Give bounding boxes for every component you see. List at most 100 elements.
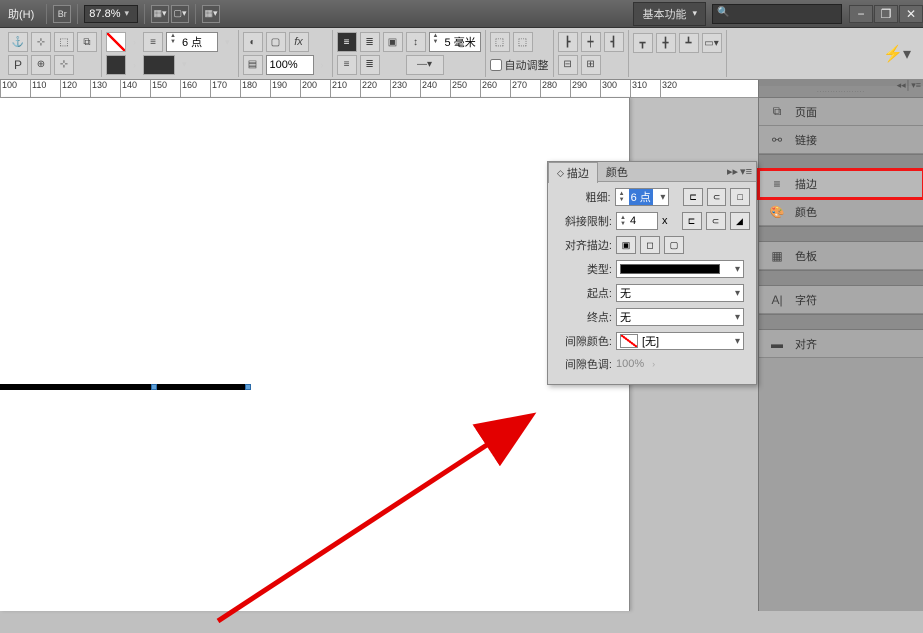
align-stroke-center-icon[interactable]: ▣ — [616, 236, 636, 254]
collapse-dock-icon[interactable]: ◂◂│▾≡ — [897, 80, 921, 91]
chevron-icon[interactable]: › — [129, 60, 140, 70]
offset-field[interactable]: 5 毫米 — [429, 32, 481, 52]
miter-limit-field[interactable]: 4 — [616, 212, 658, 230]
align-icon[interactable]: ┫ — [604, 32, 624, 52]
join-miter-icon[interactable]: ⊏ — [682, 212, 702, 230]
options-bar: ⚓ ⊹ ⬚ ⧉ P ⊕ ⊹ › ≡ 6 点 ▾ › ▾ ◐ ▢ fx — [0, 28, 923, 80]
panel-menu-icon[interactable]: ▾≡ — [740, 165, 752, 178]
panel-links[interactable]: ⚯链接 — [759, 126, 923, 154]
bolt-icon[interactable]: ⚡▾ — [883, 44, 911, 64]
type-label: 类型: — [554, 261, 612, 277]
offset-icon: ↕ — [406, 32, 426, 52]
cap-square-icon[interactable]: □ — [730, 188, 750, 206]
line-style-icon[interactable]: —▾ — [406, 55, 444, 75]
stroke-weight-field[interactable]: 6 点 — [166, 32, 218, 52]
panel-pages[interactable]: ⧉页面 — [759, 98, 923, 126]
stroke-weight-icon: ≡ — [143, 32, 163, 52]
opacity-icon[interactable]: ▤ — [243, 55, 263, 75]
links-icon: ⚯ — [769, 132, 785, 148]
fill-swatch[interactable] — [106, 55, 126, 75]
panel-character[interactable]: A|字符 — [759, 286, 923, 314]
no-fill-icon[interactable] — [106, 32, 126, 52]
bridge-button[interactable]: Br — [53, 5, 71, 23]
align-icon[interactable]: ≣ — [360, 55, 380, 75]
chevron-down-icon[interactable]: ▾ — [221, 37, 234, 48]
text-wrap-icon[interactable]: ⬚ — [54, 32, 74, 52]
gap-color-select[interactable]: [无] — [616, 332, 744, 350]
start-label: 起点: — [554, 285, 612, 301]
annotation-arrow — [210, 313, 540, 633]
align-center-icon[interactable]: ≣ — [360, 32, 380, 52]
anchor-icon[interactable]: ⊹ — [31, 32, 51, 52]
align-bot-icon[interactable]: ┻ — [679, 33, 699, 53]
join-round-icon[interactable]: ⊂ — [706, 212, 726, 230]
chevron-icon: › — [652, 359, 655, 369]
chevron-down-icon[interactable]: ▾ — [178, 59, 191, 70]
separator — [144, 4, 145, 24]
frame-icon[interactable]: ▣ — [383, 32, 403, 52]
align-icon[interactable]: ┣ — [558, 32, 578, 52]
panel-swatches[interactable]: ▦色板 — [759, 242, 923, 270]
wrap-icon[interactable]: ⬚ — [490, 32, 510, 52]
zoom-level[interactable]: 87.8%▾ — [84, 5, 138, 23]
panel-align[interactable]: ▬对齐 — [759, 330, 923, 358]
join-bevel-icon[interactable]: ◢ — [730, 212, 750, 230]
align-stroke-inside-icon[interactable]: ◻ — [640, 236, 660, 254]
tab-color[interactable]: 颜色 — [598, 162, 636, 182]
fx-icon[interactable]: fx — [289, 32, 309, 52]
auto-adjust-checkbox[interactable]: 自动调整 — [490, 57, 549, 73]
separator — [195, 4, 196, 24]
distribute-icon[interactable]: ⊞ — [581, 55, 601, 75]
maximize-button[interactable]: ❐ — [874, 5, 898, 23]
gap-tint-value: 100% — [616, 358, 644, 370]
tab-stroke[interactable]: ◇描边 — [548, 162, 598, 183]
stroke-type-select[interactable] — [616, 260, 744, 278]
stroke-swatch[interactable] — [143, 55, 175, 75]
panel-stroke[interactable]: ≡描边 — [759, 170, 923, 198]
chevron-icon[interactable]: › — [129, 37, 140, 47]
arrange-icon[interactable]: ▦▾ — [202, 5, 220, 23]
type-icon[interactable]: P — [8, 55, 28, 75]
collapse-icon[interactable]: ▸▸ — [727, 165, 738, 178]
minimize-button[interactable]: − — [849, 5, 873, 23]
document-page[interactable] — [0, 98, 630, 611]
distribute-icon[interactable]: ⊟ — [558, 55, 578, 75]
search-input[interactable] — [712, 4, 842, 24]
opacity-field[interactable]: 100% — [266, 55, 314, 75]
align-stroke-outside-icon[interactable]: ▢ — [664, 236, 684, 254]
menu-help[interactable]: 助(H) — [2, 2, 40, 26]
anchor-icon[interactable]: ⚓ — [8, 32, 28, 52]
color-icon: 🎨 — [769, 204, 785, 220]
cap-butt-icon[interactable]: ⊏ — [683, 188, 703, 206]
align-top-icon[interactable]: ┳ — [633, 33, 653, 53]
align-icon[interactable]: ≡ — [337, 55, 357, 75]
selection-handle[interactable] — [151, 384, 157, 390]
panel-color[interactable]: 🎨颜色 — [759, 198, 923, 226]
effect-icon[interactable]: ◐ — [243, 32, 263, 52]
close-button[interactable]: ✕ — [899, 5, 923, 23]
cap-round-icon[interactable]: ⊂ — [707, 188, 727, 206]
align-icon: ▬ — [769, 336, 785, 352]
screen-mode-icon[interactable]: ▢▾ — [171, 5, 189, 23]
end-arrow-select[interactable]: 无 — [616, 308, 744, 326]
view-options-icon[interactable]: ▦▾ — [151, 5, 169, 23]
align-left-icon[interactable]: ≡ — [337, 32, 357, 52]
align-mid-icon[interactable]: ╋ — [656, 33, 676, 53]
gap-color-label: 间隙颜色: — [554, 333, 612, 349]
start-arrow-select[interactable]: 无 — [616, 284, 744, 302]
effect-icon[interactable]: ▢ — [266, 32, 286, 52]
workspace-switcher[interactable]: 基本功能▾ — [633, 2, 706, 26]
stroke-weight-field[interactable]: 6 点 — [615, 188, 670, 206]
miter-label: 斜接限制: — [554, 213, 612, 229]
gap-tint-label: 间隙色调: — [554, 356, 612, 372]
stroke-panel: ◇描边 颜色 ▸▸▾≡ 粗细: 6 点 ⊏ ⊂ □ 斜接限制: 4 x ⊏ ⊂ … — [547, 161, 757, 385]
link-icon[interactable]: ⧉ — [77, 32, 97, 52]
align-icon[interactable]: ┿ — [581, 32, 601, 52]
anchor-icon[interactable]: ⊕ — [31, 55, 51, 75]
separator — [46, 4, 47, 24]
align-to-icon[interactable]: ▭▾ — [702, 33, 722, 53]
align-stroke-label: 对齐描边: — [554, 237, 612, 253]
anchor-icon[interactable]: ⊹ — [54, 55, 74, 75]
chevron-icon[interactable]: › — [317, 60, 328, 70]
wrap-icon[interactable]: ⬚ — [513, 32, 533, 52]
